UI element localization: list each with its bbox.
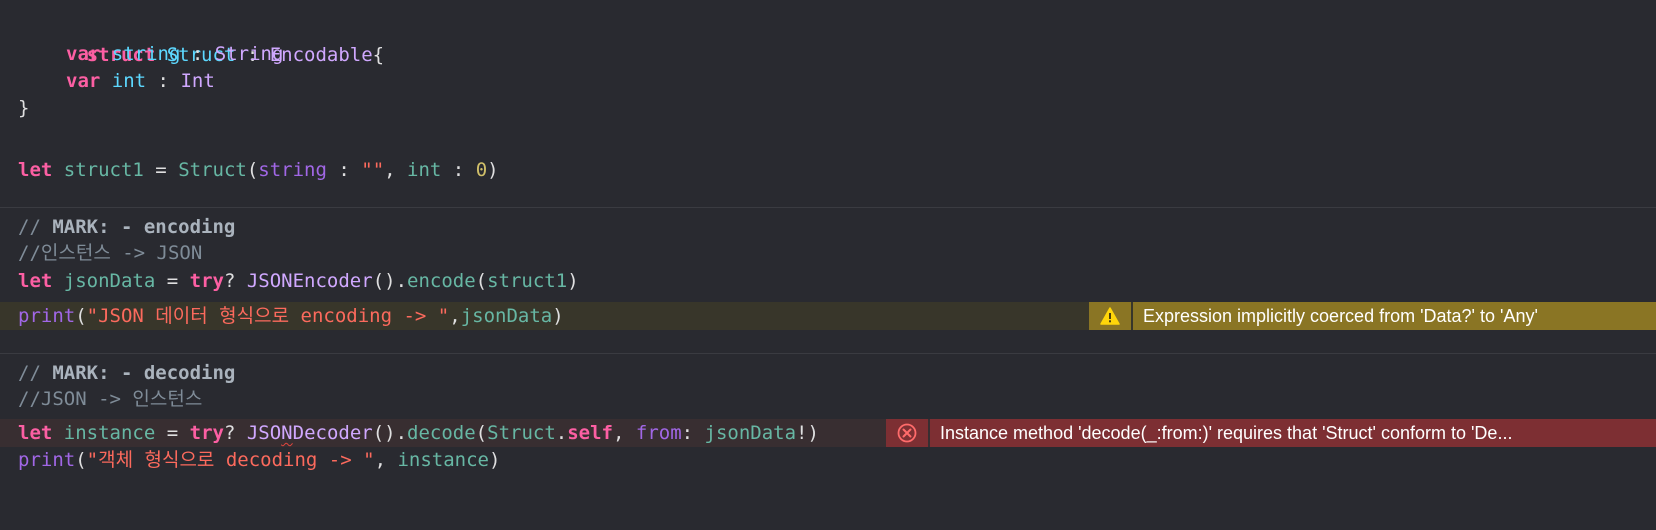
punct: ( — [246, 159, 259, 181]
string-literal: "JSON 데이터 형식으로 encoding -> " — [86, 305, 450, 327]
punct: ? — [223, 422, 247, 444]
punct: = — [155, 422, 190, 444]
punct: ) — [488, 449, 501, 471]
punct: ( — [75, 449, 87, 471]
keyword: let — [18, 270, 53, 292]
punct: : — [326, 159, 362, 181]
error-squiggle: N — [281, 422, 293, 444]
code-line-close-brace[interactable]: } — [0, 94, 1656, 122]
function-call: print — [18, 449, 76, 471]
keyword: let — [18, 159, 53, 181]
punct: ) — [552, 305, 564, 327]
property-name: int — [111, 70, 147, 92]
mark-keyword: MARK: — [52, 216, 110, 238]
code-line-comment-decoding[interactable]: //JSON -> 인스턴스 — [0, 385, 1656, 413]
punct: ( — [475, 270, 488, 292]
punct: , — [374, 449, 398, 471]
type-name: JSONEncoder — [246, 270, 373, 292]
punct: ) — [487, 159, 499, 181]
error-message: Instance method 'decode(_:from:)' requir… — [930, 419, 1656, 447]
code-line-print-decoding[interactable]: print("객체 형식으로 decoding -> ", instance) — [0, 446, 1656, 474]
punct: : — [146, 70, 181, 92]
punct: : — [180, 43, 215, 65]
arg-label: from — [635, 422, 682, 444]
error-banner[interactable]: Instance method 'decode(_:from:)' requir… — [886, 419, 1656, 447]
code-line-mark-encoding[interactable]: // MARK: - encoding — [0, 213, 1656, 241]
argument: jsonData — [704, 422, 797, 444]
string-literal: "" — [361, 159, 385, 181]
type-name-part: Decoder — [292, 422, 373, 444]
keyword: var — [66, 43, 101, 65]
type-name-part: JSO — [246, 422, 282, 444]
punct: ( — [75, 305, 87, 327]
type-name: Int — [180, 70, 215, 92]
warning-triangle-icon[interactable] — [1089, 302, 1131, 330]
type-name: String — [214, 43, 284, 65]
code-line-mark-decoding[interactable]: // MARK: - decoding — [0, 359, 1656, 387]
punct: , — [384, 159, 408, 181]
punct: , — [449, 305, 461, 327]
argument: jsonData — [460, 305, 553, 327]
punct: } — [18, 97, 30, 119]
comment: // — [18, 216, 53, 238]
code-line-var-int[interactable]: var int : Int — [0, 67, 1656, 95]
number-literal: 0 — [475, 159, 488, 181]
mark-label: MARK: - decoding — [52, 362, 235, 384]
keyword: try — [189, 270, 224, 292]
arg-label: string — [258, 159, 327, 181]
code-editor[interactable]: struct Struct : Encodable{ var string : … — [0, 0, 1656, 511]
mark-label: MARK: - encoding — [52, 216, 235, 238]
punct: = — [143, 159, 179, 181]
variable-name: jsonData — [63, 270, 156, 292]
comment: // — [18, 362, 53, 384]
function-call: print — [18, 305, 76, 327]
punct: . — [555, 422, 568, 444]
punct: : — [681, 422, 705, 444]
mark-separator — [0, 353, 1656, 354]
error-circle-icon[interactable] — [886, 419, 928, 447]
mark-title: - decoding — [109, 362, 236, 384]
warning-message: Expression implicitly coerced from 'Data… — [1133, 302, 1656, 330]
argument: struct1 — [487, 270, 568, 292]
code-line-var-string[interactable]: var string : String — [0, 40, 1656, 68]
keyword: var — [66, 70, 101, 92]
punct: (). — [372, 422, 408, 444]
variable-name: struct1 — [63, 159, 144, 181]
keyword: try — [189, 422, 224, 444]
code-line-struct-decl[interactable]: struct Struct : Encodable{ — [0, 13, 1656, 66]
method-name: decode — [407, 422, 476, 444]
type-name: JSONDecoder — [247, 422, 373, 444]
variable-name: instance — [63, 422, 156, 444]
string-literal: "객체 형식으로 decoding -> " — [86, 449, 375, 471]
code-line-let-jsondata[interactable]: let jsonData = try? JSONEncoder().encode… — [0, 267, 1656, 295]
code-line-let-struct1[interactable]: let struct1 = Struct(string : "", int : … — [0, 156, 1656, 184]
type-name: Struct — [487, 422, 556, 444]
punct: : — [441, 159, 476, 181]
code-line-comment-encoding[interactable]: //인스턴스 -> JSON — [0, 239, 1656, 267]
method-name: encode — [407, 270, 476, 292]
punct: , — [612, 422, 636, 444]
punct: ) — [807, 422, 819, 444]
property-name: string — [111, 43, 181, 65]
punct: = — [155, 270, 190, 292]
keyword: let — [18, 422, 53, 444]
punct: ) — [567, 270, 579, 292]
warning-banner[interactable]: Expression implicitly coerced from 'Data… — [1089, 302, 1656, 330]
punct: ( — [475, 422, 488, 444]
punct: (). — [372, 270, 408, 292]
mark-separator — [0, 207, 1656, 208]
punct: ? — [223, 270, 247, 292]
comment: //JSON -> 인스턴스 — [18, 388, 203, 410]
mark-title: - encoding — [109, 216, 236, 238]
mark-keyword: MARK: — [52, 362, 110, 384]
punct: ! — [796, 422, 808, 444]
arg-label: int — [407, 159, 442, 181]
type-call: Struct — [178, 159, 247, 181]
comment: //인스턴스 -> JSON — [18, 242, 203, 264]
keyword: self — [567, 422, 613, 444]
argument: instance — [397, 449, 489, 471]
